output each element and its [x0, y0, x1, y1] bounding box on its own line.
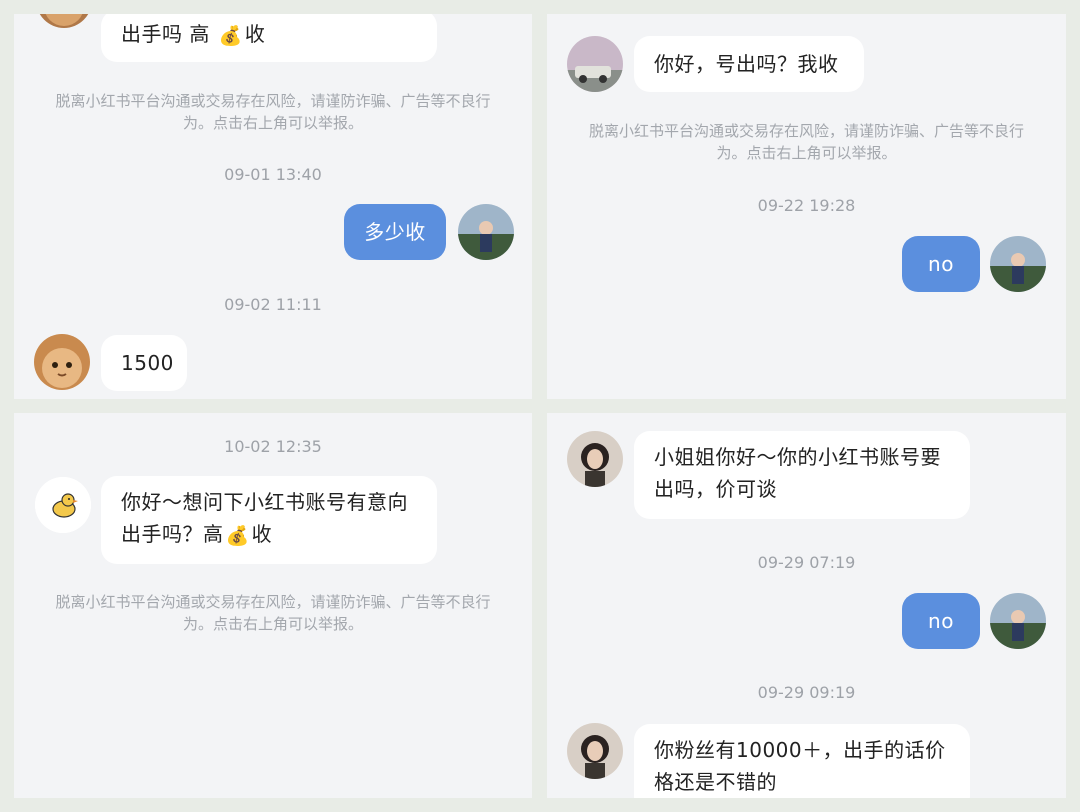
- message-line-1: 你粉丝有10000＋，出手的话价: [654, 738, 946, 762]
- incoming-message-bubble[interactable]: 你好，号出吗？我收: [634, 36, 864, 92]
- duck-avatar[interactable]: [35, 477, 91, 533]
- incoming-message-bubble[interactable]: 你好～想问下小红书账号有意向 出手吗？高 💰 收: [101, 476, 437, 564]
- my-avatar[interactable]: [458, 204, 514, 260]
- sent-message-bubble[interactable]: no: [902, 236, 980, 292]
- risk-warning: 脱离小红书平台沟通或交易存在风险，请谨防诈骗、广告等不良行为。点击右上角可以举报…: [55, 593, 491, 633]
- chat-panel-1: 出手吗 高 💰 收 脱离小红书平台沟通或交易存在风险，请谨防诈骗、广告等不良行为。…: [14, 14, 532, 399]
- incoming-message-bubble[interactable]: 你粉丝有10000＋，出手的话价 格还是不错的: [634, 724, 970, 798]
- risk-warning: 脱离小红书平台沟通或交易存在风险，请谨防诈骗、广告等不良行为。点击右上角可以举报…: [55, 92, 491, 132]
- chat-panel-4: 小姐姐你好～你的小红书账号要 出吗，价可谈 09-29 07:19 no 09-…: [547, 413, 1066, 798]
- message-line-1: 你好～想问下小红书账号有意向: [121, 490, 408, 514]
- girl-avatar[interactable]: [567, 431, 623, 487]
- timestamp: 09-29 09:19: [757, 683, 856, 702]
- message-text: 出手吗 高: [121, 22, 210, 46]
- timestamp: 09-29 07:19: [757, 553, 856, 572]
- message-line-2: 格还是不错的: [654, 770, 777, 794]
- cat-avatar[interactable]: [34, 334, 90, 390]
- sent-message-bubble[interactable]: 多少收: [344, 204, 446, 260]
- cat-avatar-top[interactable]: [36, 14, 92, 28]
- timestamp: 09-01 13:40: [224, 165, 322, 184]
- timestamp: 10-02 12:35: [224, 437, 322, 456]
- risk-warning: 脱离小红书平台沟通或交易存在风险，请谨防诈骗、广告等不良行为。点击右上角可以举报…: [588, 122, 1024, 162]
- car-avatar[interactable]: [567, 36, 623, 92]
- girl-avatar[interactable]: [567, 723, 623, 779]
- duck-icon: [35, 477, 91, 533]
- message-line-1: 小姐姐你好～你的小红书账号要: [654, 445, 941, 469]
- message-line-2: 出手吗？高 💰 收: [121, 518, 417, 552]
- incoming-message-bubble[interactable]: 出手吗 高 💰 收: [101, 14, 437, 62]
- incoming-message-bubble[interactable]: 小姐姐你好～你的小红书账号要 出吗，价可谈: [634, 431, 970, 519]
- chat-panel-2: 你好，号出吗？我收 脱离小红书平台沟通或交易存在风险，请谨防诈骗、广告等不良行为…: [547, 14, 1066, 399]
- chat-panel-3: 10-02 12:35 你好～想问下小红书账号有意向 出手吗？高 💰 收 脱离小红书…: [14, 413, 532, 798]
- timestamp: 09-02 11:11: [224, 295, 322, 314]
- money-bag-icon: 💰: [225, 525, 250, 547]
- sent-message-bubble[interactable]: no: [902, 593, 980, 649]
- message-line-2: 出吗，价可谈: [654, 477, 777, 501]
- incoming-message-bubble[interactable]: 1500: [101, 335, 187, 391]
- my-avatar[interactable]: [990, 236, 1046, 292]
- timestamp: 09-22 19:28: [757, 196, 856, 215]
- my-avatar[interactable]: [990, 593, 1046, 649]
- money-bag-icon: 💰: [218, 25, 243, 47]
- message-text-suffix: 收: [244, 22, 266, 46]
